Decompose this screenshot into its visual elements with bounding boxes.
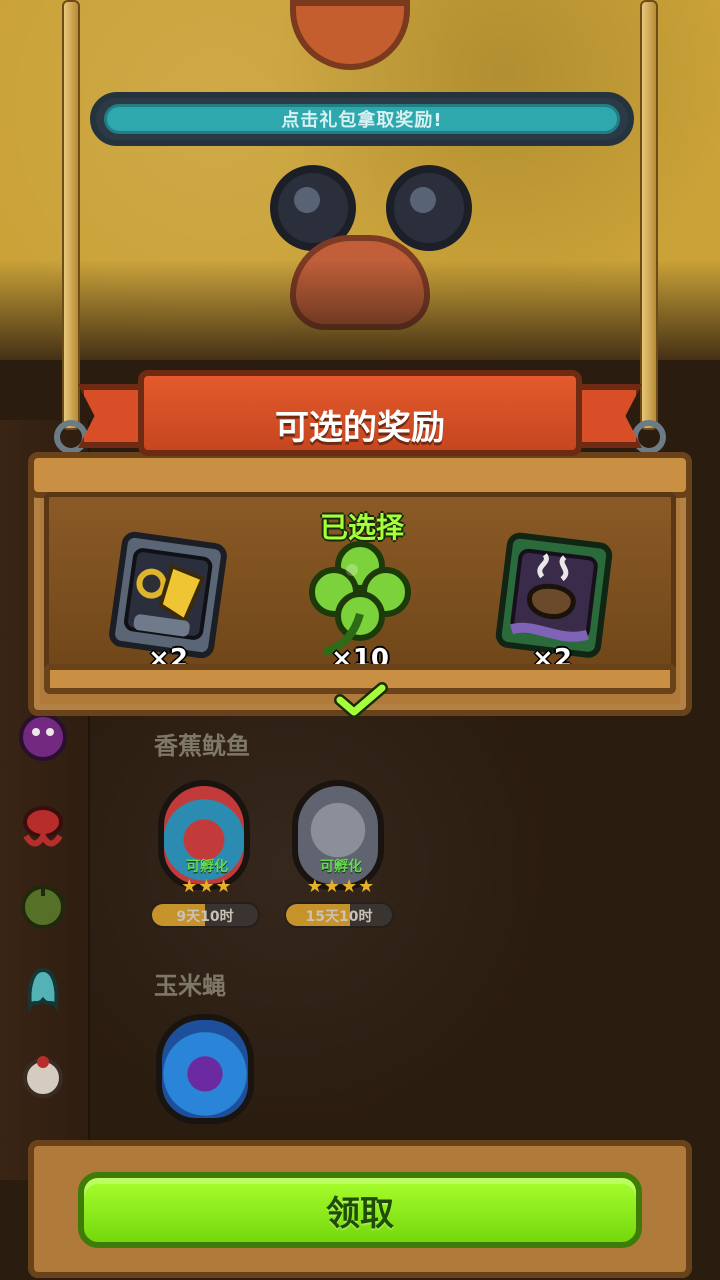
mascot-goggle-right bbox=[386, 165, 472, 251]
egg-card-1[interactable]: 可孵化 ★★★ 9天10时 bbox=[150, 780, 262, 940]
robot-card-icon bbox=[109, 531, 227, 659]
tap-gift-banner: 点击礼包拿取奖励! bbox=[90, 92, 634, 146]
modal-title: 可选的奖励 bbox=[275, 408, 445, 448]
egg-status-1: 可孵化 bbox=[186, 859, 228, 875]
title-ribbon: 可选的奖励 bbox=[78, 348, 642, 472]
cauldron-card-icon bbox=[495, 532, 613, 658]
banner-text: 点击礼包拿取奖励! bbox=[281, 110, 443, 131]
egg-timer-1: 9天10时 bbox=[150, 902, 260, 928]
reward-option-3[interactable]: ×2 bbox=[482, 530, 622, 680]
section-title-corn-fly: 玉米蝇 bbox=[154, 972, 226, 1000]
reward-option-2[interactable]: ×10 bbox=[290, 530, 430, 680]
egg-time-text-2: 15天10时 bbox=[305, 909, 373, 925]
claim-button-label: 领取 bbox=[326, 1193, 394, 1234]
egg-timer-2: 15天10时 bbox=[284, 902, 394, 928]
side-pod-icon[interactable] bbox=[16, 880, 70, 934]
egg-card-2[interactable]: 可孵化 ★★★★ 15天10时 bbox=[284, 780, 396, 940]
side-monster-icon[interactable] bbox=[16, 710, 70, 764]
section-title-banana-squid: 香蕉鱿鱼 bbox=[154, 732, 250, 760]
four-leaf-clover-icon bbox=[309, 541, 411, 656]
egg-stars-2: ★★★★ bbox=[306, 876, 376, 897]
right-rope bbox=[640, 0, 658, 430]
tap-gift-banner-inner: 点击礼包拿取奖励! bbox=[104, 104, 620, 134]
claim-button[interactable]: 领取 bbox=[78, 1172, 642, 1248]
reward-option-1[interactable]: ×2 bbox=[98, 530, 238, 680]
egg-status-2: 可孵化 bbox=[320, 859, 362, 875]
side-octopus-icon[interactable] bbox=[16, 800, 70, 854]
side-ghost-icon[interactable] bbox=[16, 960, 70, 1014]
egg-icon-3[interactable] bbox=[156, 1014, 254, 1124]
side-chicken-icon[interactable] bbox=[16, 1050, 70, 1104]
egg-stars-1: ★★★ bbox=[181, 876, 233, 897]
egg-time-text-1: 9天10时 bbox=[176, 909, 234, 925]
selected-check-icon bbox=[334, 682, 388, 718]
